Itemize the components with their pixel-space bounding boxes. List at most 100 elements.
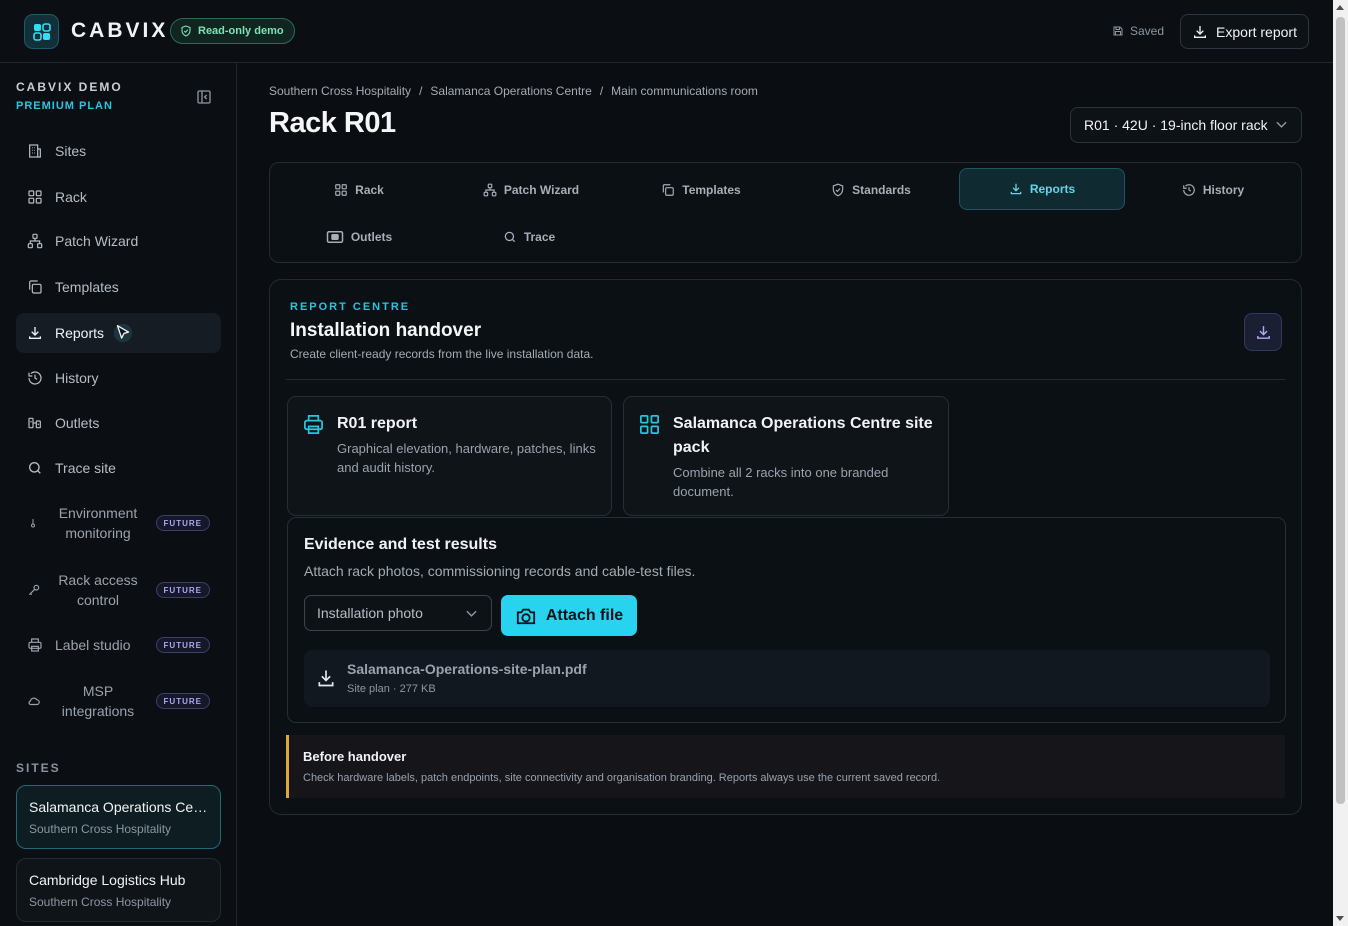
sidebar-item-label: Rack access control: [58, 572, 138, 608]
report-description: Create client-ready records from the liv…: [290, 347, 594, 361]
divider: [286, 379, 1285, 380]
sidebar-item-label: Templates: [55, 279, 119, 295]
network-icon: [27, 233, 43, 249]
site-card-cambridge[interactable]: Cambridge Logistics Hub Southern Cross H…: [16, 858, 221, 922]
export-report-button[interactable]: Export report: [1180, 14, 1309, 49]
chevron-down-icon: [466, 610, 477, 617]
download-icon: [1256, 325, 1270, 339]
rack-select-value: R01 · 42U · 19-inch floor rack: [1084, 117, 1268, 133]
evidence-title: Evidence and test results: [304, 536, 497, 553]
rack-select[interactable]: R01 · 42U · 19-inch floor rack: [1070, 107, 1302, 143]
site-name: Cambridge Logistics Hub: [29, 872, 186, 888]
export-report-label: Export report: [1216, 23, 1297, 40]
report-title: Installation handover: [290, 320, 482, 341]
tab-reports[interactable]: Reports: [959, 168, 1125, 210]
network-icon: [483, 183, 497, 197]
history-icon: [28, 371, 42, 385]
download-button[interactable]: [1244, 313, 1282, 351]
sidebar-item-outlets[interactable]: Outlets: [16, 403, 221, 443]
sidebar-item-trace-site[interactable]: Trace site: [16, 448, 221, 488]
outlet-icon: [28, 417, 41, 429]
file-name: Salamanca-Operations-site-plan.pdf: [347, 661, 587, 677]
download-icon: [318, 670, 334, 687]
tab-trace[interactable]: Trace: [446, 216, 612, 258]
breadcrumb-room[interactable]: Main communications room: [611, 84, 758, 98]
tab-label: History: [1202, 183, 1245, 197]
cursor-icon: [113, 323, 133, 343]
sidebar-item-label: Rack: [55, 189, 87, 205]
scroll-thumb[interactable]: [1336, 17, 1345, 804]
tab-history[interactable]: History: [1130, 169, 1296, 211]
section-label: REPORT CENTRE: [290, 301, 411, 313]
report-card-site-pack[interactable]: Salamanca Operations Centre site pack Co…: [623, 396, 949, 516]
shield-icon: [832, 183, 844, 197]
sites-heading: SITES: [16, 761, 61, 775]
card-title: Salamanca Operations Centre site pack: [673, 415, 933, 456]
evidence-type-select[interactable]: Installation photo: [304, 595, 492, 631]
tab-templates[interactable]: Templates: [618, 169, 784, 211]
breadcrumb-org[interactable]: Southern Cross Hospitality: [269, 84, 411, 98]
sidebar-item-rack[interactable]: Rack: [16, 177, 221, 217]
scroll-down-arrow-icon[interactable]: [1336, 916, 1344, 921]
grid-icon: [640, 415, 659, 434]
grid-icon: [28, 190, 42, 204]
handover-notice: Before handover Check hardware labels, p…: [286, 735, 1285, 798]
sidebar-item-templates[interactable]: Templates: [16, 267, 221, 307]
site-org: Southern Cross Hospitality: [29, 895, 172, 909]
tab-label: Reports: [1029, 182, 1076, 196]
sidebar-item-label: Sites: [55, 143, 87, 159]
handover-title: Before handover: [303, 749, 407, 764]
grid-icon: [335, 184, 347, 196]
future-badge: FUTURE: [155, 637, 210, 653]
sidebar-item-reports[interactable]: Reports: [16, 313, 221, 353]
save-icon: [1113, 26, 1123, 36]
tab-rack[interactable]: Rack: [276, 169, 442, 211]
sidebar-item-sites[interactable]: Sites: [16, 131, 221, 171]
tab-label: Patch Wizard: [503, 183, 580, 197]
future-badge: FUTURE: [155, 693, 210, 709]
breadcrumb-separator: /: [599, 84, 604, 98]
sidebar-item-msp-integrations: MSP integrations FUTURE: [16, 681, 221, 721]
thermometer-icon: [31, 519, 35, 528]
org-plan: PREMIUM PLAN: [16, 100, 113, 112]
sidebar-item-patch-wizard[interactable]: Patch Wizard: [16, 221, 221, 261]
attached-file-row[interactable]: Salamanca-Operations-site-plan.pdf Site …: [304, 650, 1270, 707]
sidebar-item-label-studio: Label studio FUTURE: [16, 635, 221, 655]
tab-standards[interactable]: Standards: [788, 169, 954, 211]
future-badge: FUTURE: [155, 515, 210, 531]
card-description: Combine all 2 racks into one branded doc…: [673, 465, 889, 499]
page-title: Rack R01: [269, 107, 396, 139]
sidebar-item-history[interactable]: History: [16, 358, 221, 398]
breadcrumb: Southern Cross Hospitality / Salamanca O…: [269, 84, 758, 98]
saved-label: Saved: [1130, 24, 1165, 38]
handover-text: Check hardware labels, patch endpoints, …: [303, 772, 941, 784]
logo-icon[interactable]: [24, 14, 59, 49]
sidebar-item-label: Outlets: [55, 415, 100, 431]
report-card-r01[interactable]: R01 report Graphical elevation, hardware…: [287, 396, 612, 516]
read-only-label: Read-only demo: [198, 25, 284, 37]
sidebar-item-label: Trace site: [55, 460, 116, 476]
printer-icon: [304, 415, 323, 434]
sidebar-item-label: Patch Wizard: [55, 233, 139, 249]
attach-file-button[interactable]: Attach file: [501, 595, 637, 636]
breadcrumb-site[interactable]: Salamanca Operations Centre: [430, 84, 591, 98]
copy-icon: [29, 280, 42, 294]
collapse-sidebar-icon[interactable]: [196, 89, 212, 105]
sidebar-item-label: Reports: [55, 325, 105, 341]
sidebar-item-environment-monitoring: Environment monitoring FUTURE: [16, 503, 221, 543]
tab-patch-wizard[interactable]: Patch Wizard: [448, 169, 614, 211]
attach-file-label: Attach file: [545, 606, 624, 624]
tab-label: Standards: [852, 183, 911, 197]
sidebar-item-rack-access-control: Rack access control FUTURE: [16, 570, 221, 610]
report-centre-panel: REPORT CENTRE Installation handover Crea…: [269, 279, 1302, 815]
site-name: Salamanca Operations Centre: [29, 799, 208, 815]
tab-outlets[interactable]: Outlets: [276, 216, 442, 258]
scroll-up-arrow-icon[interactable]: [1336, 5, 1344, 10]
sidebar: CABVIX DEMO PREMIUM PLAN Sites Rack Patc…: [0, 63, 237, 926]
page-scrollbar[interactable]: [1333, 0, 1348, 926]
evidence-type-value: Installation photo: [317, 605, 423, 621]
file-meta: Site plan · 277 KB: [347, 683, 436, 695]
evidence-description: Attach rack photos, commissioning record…: [304, 563, 696, 579]
search-icon: [504, 231, 515, 243]
site-card-salamanca[interactable]: Salamanca Operations Centre Southern Cro…: [16, 785, 221, 849]
